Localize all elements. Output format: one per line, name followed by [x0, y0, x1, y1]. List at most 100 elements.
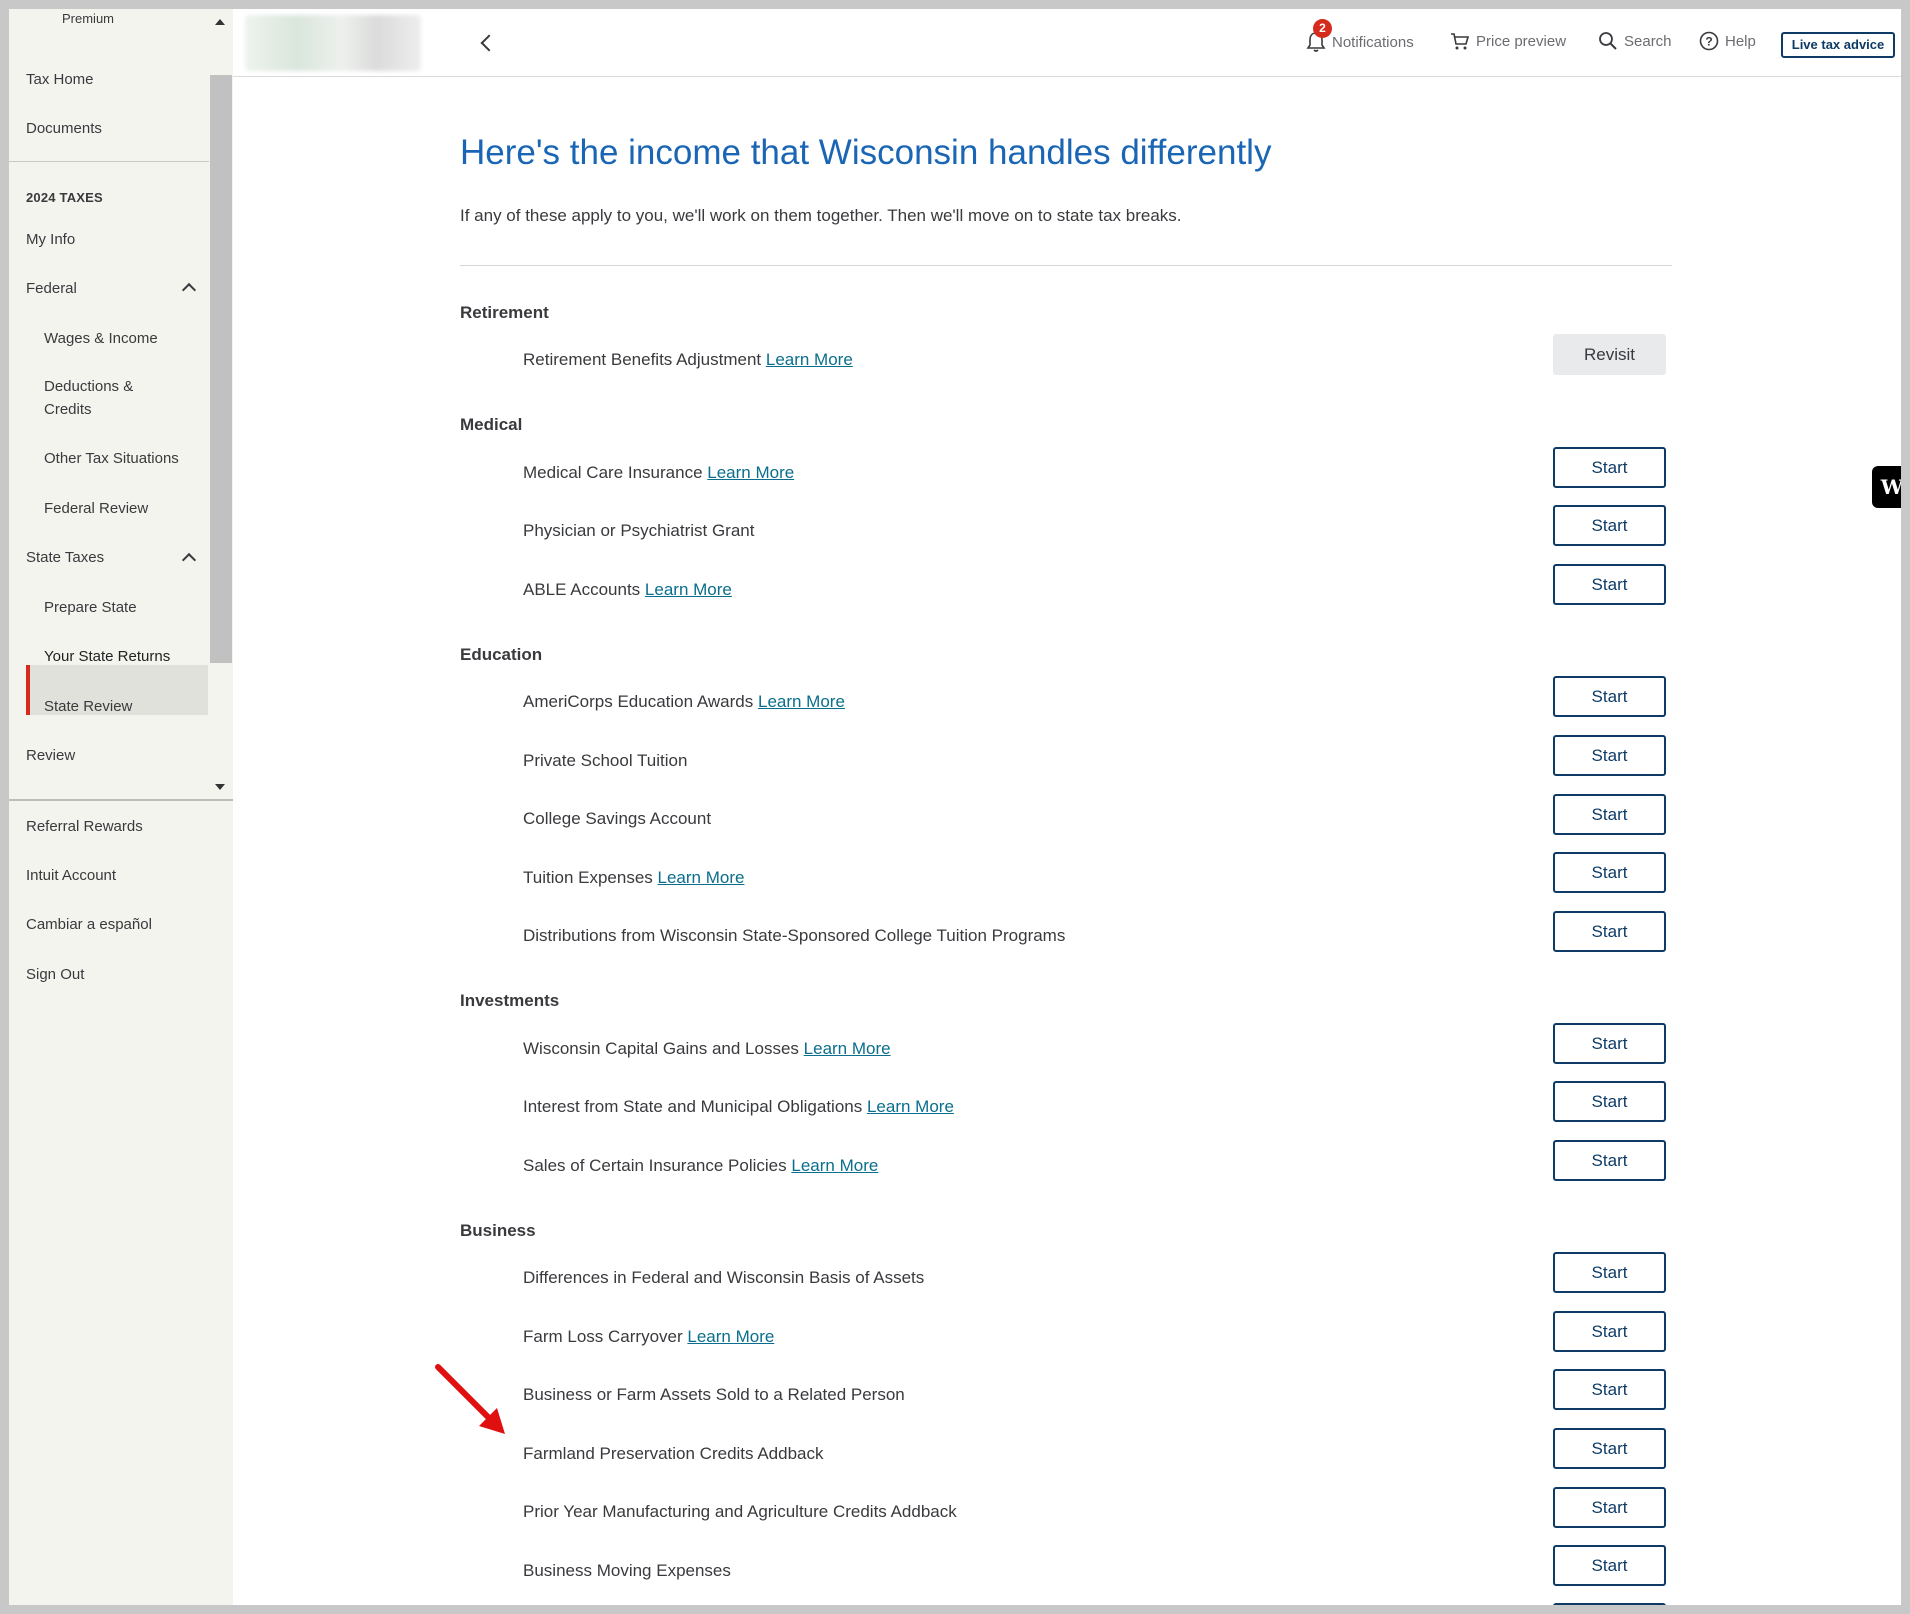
price-preview-label: Price preview	[1476, 32, 1567, 50]
row-tuition-expenses: Tuition Expenses Learn More	[523, 868, 745, 887]
sidebar-item-federal[interactable]: Federal	[26, 280, 77, 297]
start-button[interactable]: Start	[1553, 1081, 1666, 1122]
chevron-up-icon[interactable]	[181, 552, 197, 568]
scroll-down-icon[interactable]	[215, 784, 225, 790]
start-button[interactable]: Start	[1553, 1545, 1666, 1586]
sidebar-divider	[9, 799, 233, 801]
page-title: Here's the income that Wisconsin handles…	[460, 133, 1272, 172]
start-button[interactable]: Start	[1553, 564, 1666, 605]
learn-more-link[interactable]: Learn More	[766, 350, 853, 369]
notifications-label: Notifications	[1332, 33, 1414, 51]
sidebar-item-referral-rewards[interactable]: Referral Rewards	[26, 818, 143, 835]
section-investments: Investments	[460, 991, 560, 1010]
page-subtitle: If any of these apply to you, we'll work…	[460, 206, 1182, 225]
sidebar-item-tax-home[interactable]: Tax Home	[26, 71, 94, 88]
start-button[interactable]: Start	[1553, 1140, 1666, 1181]
top-bar: Notifications 2 Price preview Search ? H…	[233, 9, 1901, 77]
cart-icon	[1451, 33, 1470, 50]
row-assets-related-person: Business or Farm Assets Sold to a Relate…	[523, 1385, 905, 1404]
learn-more-link[interactable]: Learn More	[707, 463, 794, 482]
sidebar-item-sign-out[interactable]: Sign Out	[26, 966, 84, 983]
learn-more-link[interactable]: Learn More	[658, 868, 745, 887]
help-label: Help	[1725, 32, 1756, 50]
sidebar-item-deductions-credits[interactable]: Deductions & Credits	[44, 375, 174, 421]
section-retirement: Retirement	[460, 303, 549, 322]
learn-more-link[interactable]: Learn More	[687, 1327, 774, 1346]
sidebar-item-state-review[interactable]: State Review	[44, 698, 132, 715]
row-physician-grant: Physician or Psychiatrist Grant	[523, 521, 755, 540]
start-button[interactable]: Start	[1553, 735, 1666, 776]
row-retirement-benefits: Retirement Benefits Adjustment Learn Mor…	[523, 350, 853, 369]
start-button[interactable]: Start	[1553, 1252, 1666, 1293]
search-icon	[1599, 32, 1617, 50]
learn-more-link[interactable]: Learn More	[645, 580, 732, 599]
row-americorps: AmeriCorps Education Awards Learn More	[523, 692, 845, 711]
start-button[interactable]: Start	[1553, 1369, 1666, 1410]
row-able-accounts: ABLE Accounts Learn More	[523, 580, 732, 599]
row-wi-distributions: Distributions from Wisconsin State-Spons…	[523, 926, 1066, 945]
sidebar-item-intuit-account[interactable]: Intuit Account	[26, 867, 116, 884]
sidebar-item-documents[interactable]: Documents	[26, 120, 102, 137]
section-business: Business	[460, 1221, 536, 1240]
help-icon: ?	[1699, 31, 1719, 51]
start-button[interactable]: Start	[1553, 676, 1666, 717]
scroll-up-icon[interactable]	[215, 19, 225, 25]
sidebar-item-your-state-returns[interactable]: Your State Returns	[44, 648, 170, 665]
sidebar-scrollbar-thumb[interactable]	[210, 75, 232, 663]
row-prior-year-manufacturing: Prior Year Manufacturing and Agriculture…	[523, 1502, 957, 1521]
row-moving-expenses: Business Moving Expenses	[523, 1561, 731, 1580]
chevron-up-icon[interactable]	[181, 282, 197, 298]
sidebar-scroll-area: Premium Tax Home Documents 2024 TAXES My…	[9, 9, 233, 797]
learn-more-link[interactable]: Learn More	[867, 1097, 954, 1116]
sidebar: Premium Tax Home Documents 2024 TAXES My…	[9, 9, 233, 1605]
sidebar-section-heading: 2024 TAXES	[26, 190, 103, 205]
sidebar-item-wages-income[interactable]: Wages & Income	[44, 330, 158, 347]
start-button[interactable]: Start	[1553, 1487, 1666, 1528]
sidebar-divider	[9, 161, 209, 162]
sidebar-item-prepare-state[interactable]: Prepare State	[44, 599, 137, 616]
sidebar-item-my-info[interactable]: My Info	[26, 231, 75, 248]
row-farmland-preservation: Farmland Preservation Credits Addback	[523, 1444, 824, 1463]
start-button[interactable]: Start	[1553, 1428, 1666, 1469]
learn-more-link[interactable]: Learn More	[791, 1156, 878, 1175]
sidebar-item-review[interactable]: Review	[26, 747, 75, 764]
start-button[interactable]: Start	[1553, 1603, 1666, 1605]
start-button[interactable]: Start	[1553, 852, 1666, 893]
row-capital-gains: Wisconsin Capital Gains and Losses Learn…	[523, 1039, 891, 1058]
row-medical-care-insurance: Medical Care Insurance Learn More	[523, 463, 795, 482]
section-medical: Medical	[460, 415, 523, 434]
start-button[interactable]: Start	[1553, 505, 1666, 546]
svg-text:?: ?	[1705, 35, 1712, 49]
annotation-arrow-icon	[435, 1364, 505, 1434]
writing-assistant-icon[interactable]: W	[1872, 466, 1901, 508]
learn-more-link[interactable]: Learn More	[804, 1039, 891, 1058]
row-basis-of-assets: Differences in Federal and Wisconsin Bas…	[523, 1268, 925, 1287]
start-button[interactable]: Start	[1553, 1311, 1666, 1352]
back-arrow-icon[interactable]	[480, 34, 498, 52]
sidebar-item-state-taxes[interactable]: State Taxes	[26, 549, 104, 566]
start-button[interactable]: Start	[1553, 911, 1666, 952]
plan-label: Premium	[62, 11, 115, 26]
notification-count-badge: 2	[1313, 19, 1332, 38]
learn-more-link[interactable]: Learn More	[758, 692, 845, 711]
live-tax-advice-button[interactable]: Live tax advice	[1781, 32, 1895, 58]
search-label: Search	[1624, 32, 1672, 50]
row-college-savings: College Savings Account	[523, 809, 712, 828]
help-button[interactable]: ? Help	[1699, 31, 1756, 51]
start-button[interactable]: Start	[1553, 794, 1666, 835]
brand-logo	[245, 15, 421, 71]
section-education: Education	[460, 645, 543, 664]
search-button[interactable]: Search	[1598, 31, 1672, 51]
price-preview-button[interactable]: Price preview	[1450, 31, 1566, 51]
active-item-indicator	[26, 665, 30, 715]
revisit-button[interactable]: Revisit	[1553, 334, 1666, 375]
content-divider	[460, 265, 1672, 266]
sidebar-item-language[interactable]: Cambiar a español	[26, 916, 152, 933]
app-frame: Premium Tax Home Documents 2024 TAXES My…	[9, 9, 1901, 1605]
row-interest-obligations: Interest from State and Municipal Obliga…	[523, 1097, 954, 1116]
sidebar-item-other-tax-situations[interactable]: Other Tax Situations	[44, 450, 179, 467]
start-button[interactable]: Start	[1553, 447, 1666, 488]
row-farm-loss: Farm Loss Carryover Learn More	[523, 1327, 775, 1346]
start-button[interactable]: Start	[1553, 1023, 1666, 1064]
sidebar-item-federal-review[interactable]: Federal Review	[44, 500, 148, 517]
